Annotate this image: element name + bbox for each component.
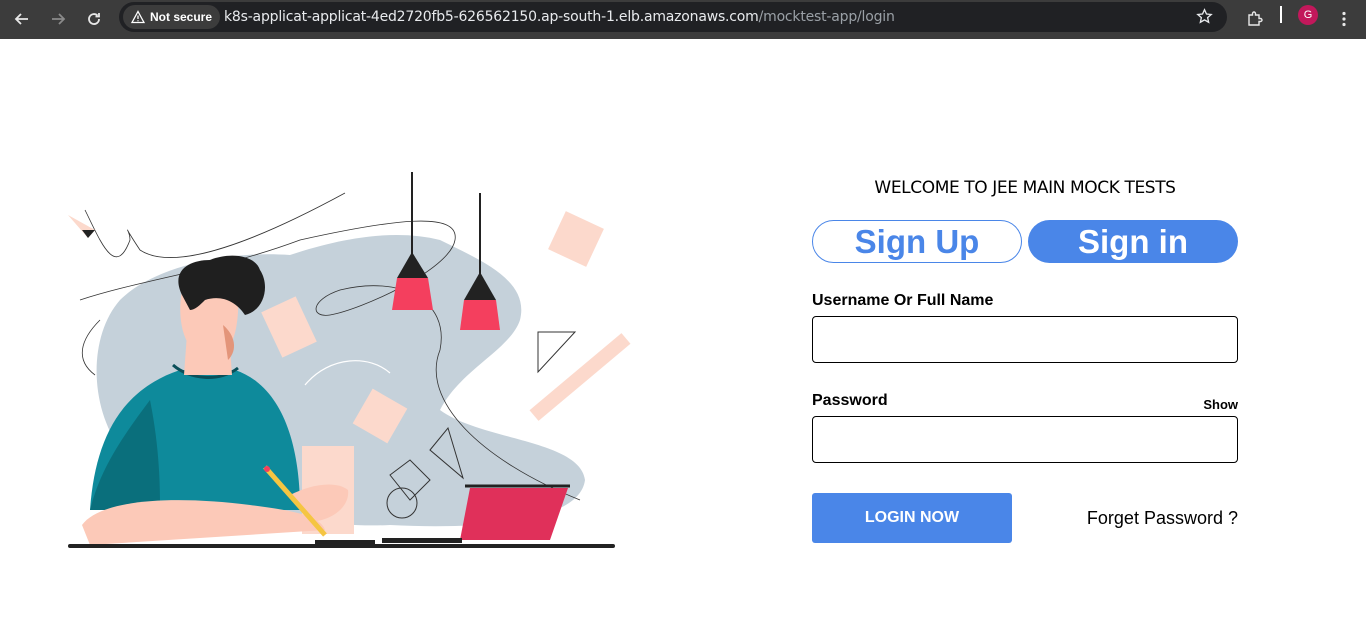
arrow-left-icon bbox=[14, 13, 28, 25]
login-button[interactable]: LOGIN NOW bbox=[812, 493, 1012, 543]
password-label: Password bbox=[812, 392, 888, 409]
profile-avatar[interactable]: G bbox=[1298, 5, 1318, 25]
address-bar[interactable]: Not secure k8s-applicat-applicat-4ed2720… bbox=[119, 2, 1227, 32]
url-text[interactable]: k8s-applicat-applicat-4ed2720fb5-6265621… bbox=[224, 9, 895, 25]
username-label: Username Or Full Name bbox=[812, 292, 994, 309]
arrow-right-icon bbox=[52, 13, 66, 25]
url-path: /mocktest-app/login bbox=[758, 9, 895, 25]
back-button[interactable] bbox=[7, 4, 37, 34]
reload-button[interactable] bbox=[79, 4, 109, 34]
forget-password-link[interactable]: Forget Password ? bbox=[1087, 508, 1238, 529]
star-icon bbox=[1196, 8, 1213, 24]
studying-person-illustration bbox=[68, 172, 631, 548]
kebab-menu-icon bbox=[1342, 11, 1346, 27]
security-label: Not secure bbox=[150, 10, 213, 24]
toolbar-divider bbox=[1280, 6, 1282, 23]
security-chip[interactable]: Not secure bbox=[123, 5, 221, 29]
browser-toolbar: Not secure k8s-applicat-applicat-4ed2720… bbox=[0, 0, 1366, 39]
welcome-heading: WELCOME TO JEE MAIN MOCK TESTS bbox=[874, 178, 1176, 198]
username-input[interactable] bbox=[812, 316, 1238, 363]
menu-button[interactable] bbox=[1329, 4, 1359, 34]
show-password-toggle[interactable]: Show bbox=[1203, 397, 1238, 412]
url-host: k8s-applicat-applicat-4ed2720fb5-6265621… bbox=[224, 9, 759, 25]
password-input[interactable] bbox=[812, 416, 1238, 463]
warning-icon bbox=[131, 10, 145, 24]
puzzle-icon bbox=[1248, 11, 1263, 26]
tab-sign-in[interactable]: Sign in bbox=[1028, 220, 1238, 263]
extensions-button[interactable] bbox=[1240, 4, 1270, 34]
bookmark-button[interactable] bbox=[1196, 8, 1213, 30]
reload-icon bbox=[88, 13, 100, 25]
forward-button[interactable] bbox=[43, 4, 73, 34]
tab-sign-up[interactable]: Sign Up bbox=[812, 220, 1022, 263]
